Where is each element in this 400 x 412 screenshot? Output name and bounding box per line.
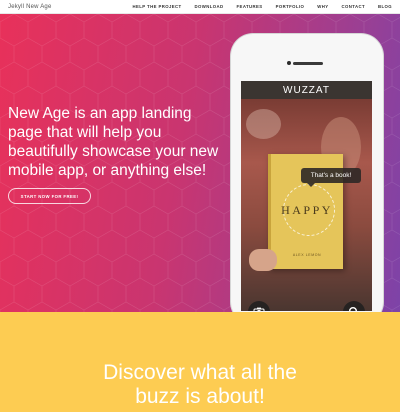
phone-speaker [293,62,323,65]
brand-logo[interactable]: Jekyll New Age [8,4,52,10]
book-author: Alex Lemon [292,253,322,257]
search-icon [349,307,357,311]
download-heading-line2: buzz is about! [135,385,265,408]
download-section: Discover what all the buzz is about! [0,312,400,412]
nav-links: HELP THE PROJECT DOWNLOAD FEATURES PORTF… [132,4,392,9]
nav-link-why[interactable]: WHY [317,4,328,9]
nav-link-features[interactable]: FEATURES [237,4,263,9]
hero-heading: New Age is an app landing page that will… [8,105,219,179]
phone-camera-dot [287,61,291,65]
background-blur [246,109,281,139]
hand [249,249,277,271]
app-title: WUZZAT [241,81,372,99]
camera-icon [253,307,265,311]
nav-link-portfolio[interactable]: PORTFOLIO [276,4,305,9]
book-title: HAPPY [281,203,333,217]
camera-button[interactable] [248,301,270,311]
download-heading: Discover what all the buzz is about! [0,361,400,409]
speech-bubble: That's a book! [301,168,361,187]
nav-link-contact[interactable]: CONTACT [341,4,365,9]
phone-mockup: WUZZAT HAPPY Alex Lemon That's a book! [231,34,383,312]
navbar: Jekyll New Age HELP THE PROJECT DOWNLOAD… [0,0,400,14]
search-button[interactable] [343,301,365,311]
hero-section: New Age is an app landing page that will… [0,14,400,312]
nav-link-download[interactable]: DOWNLOAD [195,4,224,9]
book-photo: HAPPY Alex Lemon That's a book! [241,99,372,311]
phone-screen: WUZZAT HAPPY Alex Lemon That's a book! [241,81,372,311]
nav-link-blog[interactable]: BLOG [378,4,392,9]
download-heading-line1: Discover what all the [103,361,297,384]
nav-link-help-the-project[interactable]: HELP THE PROJECT [132,4,181,9]
start-now-button[interactable]: START NOW FOR FREE! [8,188,91,204]
